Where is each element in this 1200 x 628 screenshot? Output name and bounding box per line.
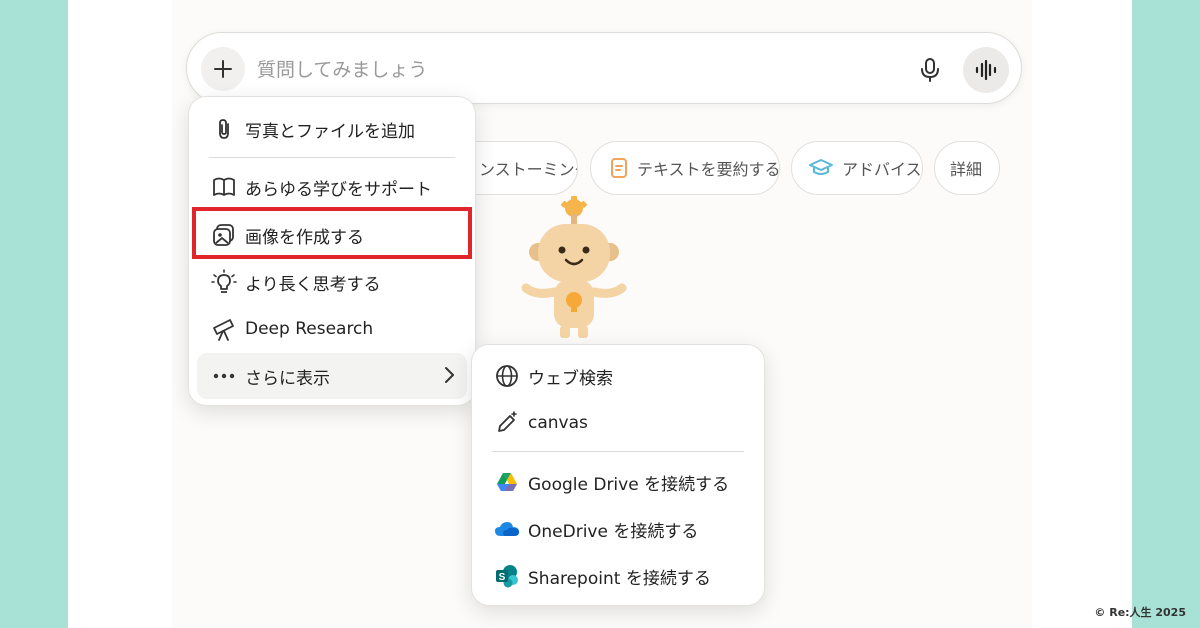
chip-summarize[interactable]: テキストを要約する [590,141,780,195]
menu-item-label: Deep Research [245,319,374,339]
submenu-item-sharepoint[interactable]: S Sharepoint を接続する [480,553,756,599]
menu-item-show-more[interactable]: さらに表示 [197,353,467,399]
left-border-band [0,0,68,628]
chip-label: 詳細 [950,160,983,179]
menu-item-think-longer[interactable]: より長く思考する [197,259,467,305]
graduation-cap-icon [809,159,833,175]
prompt-input[interactable]: 質問してみましょう [257,55,427,82]
menu-item-label: 画像を作成する [245,227,364,248]
menu-item-add-files[interactable]: 写真とファイルを追加 [197,106,467,152]
chevron-right-icon [445,367,454,383]
chip-more[interactable]: 詳細 [934,141,1000,195]
mascot-robot-illustration [521,196,627,338]
chip-advice[interactable]: アドバイス [791,141,923,195]
submenu-item-label: Sharepoint を接続する [528,568,711,589]
submenu-item-google-drive[interactable]: Google Drive を接続する [480,459,756,505]
lightbulb-icon [211,269,237,293]
right-border-band [1132,0,1200,628]
submenu-item-web-search[interactable]: ウェブ検索 [480,353,756,399]
submenu-item-onedrive[interactable]: OneDrive を接続する [480,506,756,552]
telescope-icon [213,319,234,341]
voice-wave-icon [975,60,997,80]
submenu-divider [492,451,744,452]
chip-label: アドバイス [842,160,922,179]
menu-item-deep-research[interactable]: Deep Research [197,306,467,352]
svg-text:S: S [499,572,506,583]
menu-divider [209,157,455,158]
submenu-item-label: canvas [528,413,588,433]
chip-label: ンストーミング [479,160,577,179]
menu-item-label: さらに表示 [245,368,330,389]
copyright-notice: © Re:人生 2025 [1094,606,1186,619]
menu-item-label: 写真とファイルを追加 [245,121,415,142]
menu-item-label: より長く思考する [245,274,381,295]
chip-label: テキストを要約する [637,160,780,179]
book-icon [213,177,235,196]
submenu-item-label: OneDrive を接続する [528,521,699,542]
submenu-item-canvas[interactable]: canvas [480,400,756,446]
add-attachment-button[interactable] [201,47,245,91]
onedrive-icon [495,522,519,536]
attach-menu: 写真とファイルを追加 あらゆる学びをサポート 画像を作成する より長く思考する … [188,96,476,406]
more-submenu: ウェブ検索 canvas Google Drive を接続する OneDrive… [471,344,765,606]
dictate-button[interactable] [913,53,947,87]
image-create-icon [213,224,234,246]
menu-item-create-image[interactable]: 画像を作成する [197,212,467,258]
more-dots-icon [213,373,235,379]
paperclip-icon [219,119,229,139]
menu-item-study-support[interactable]: あらゆる学びをサポート [197,164,467,210]
globe-icon [496,365,518,387]
submenu-item-label: Google Drive を接続する [528,474,730,495]
plus-icon [214,60,232,78]
voice-mode-button[interactable] [963,47,1009,93]
google-drive-icon [497,473,517,491]
menu-item-label: あらゆる学びをサポート [245,179,432,200]
mic-icon [921,58,939,82]
document-icon [611,158,627,178]
prompt-composer: 質問してみましょう [186,32,1022,104]
submenu-item-label: ウェブ検索 [528,368,613,389]
pencil-sparkle-icon [498,411,517,432]
sharepoint-icon: S [496,565,518,588]
